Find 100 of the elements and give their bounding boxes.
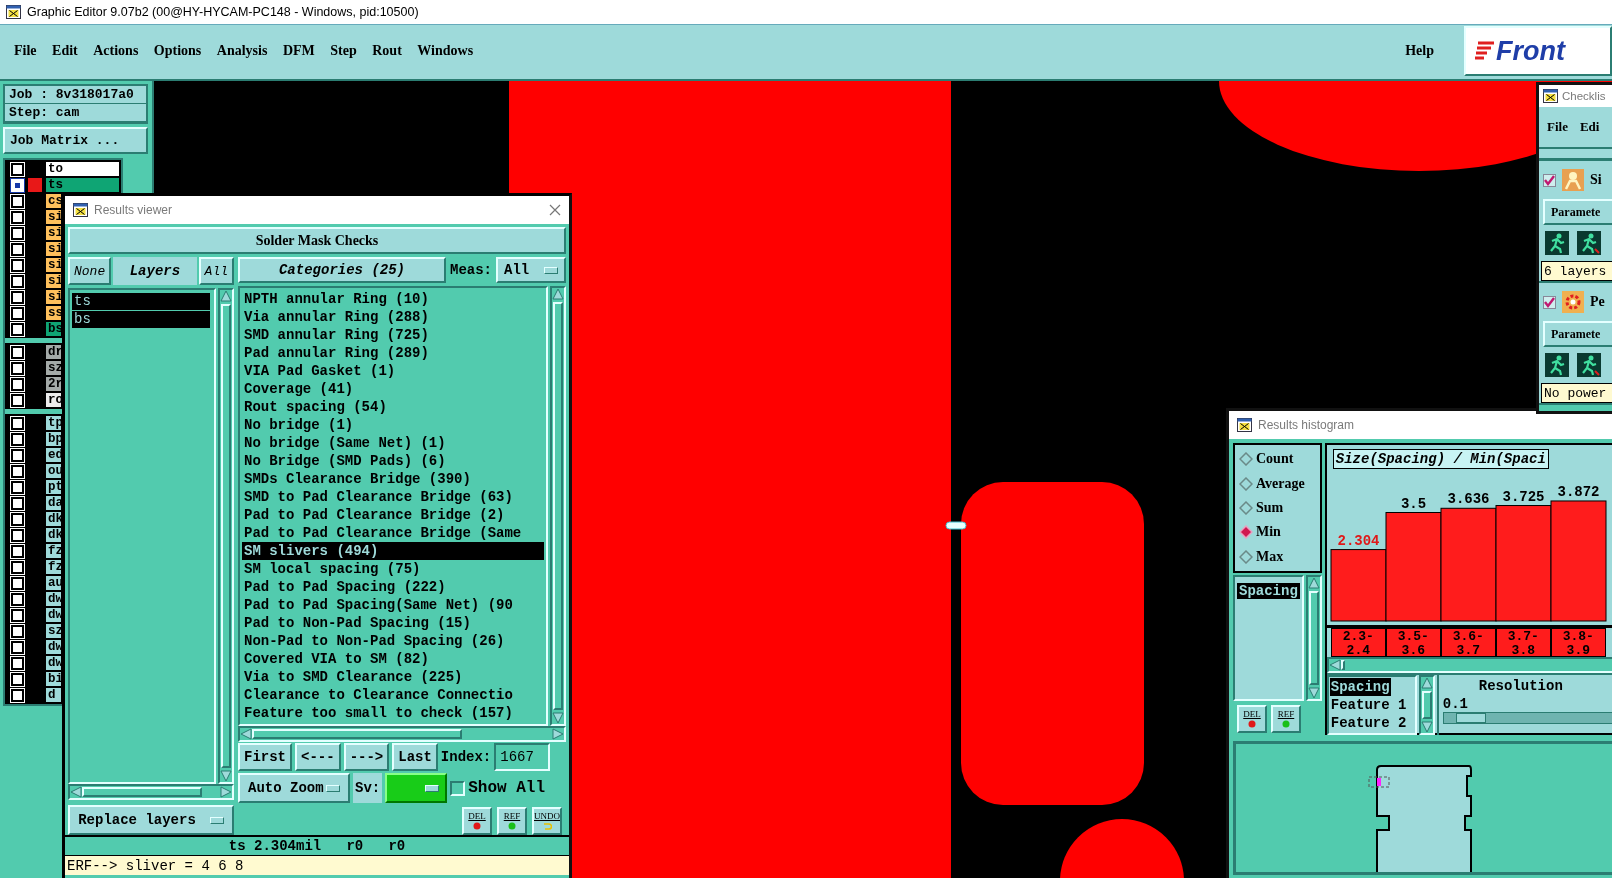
category-item[interactable]: Pad to Pad Clearance Bridge (2): [242, 506, 544, 525]
layer-checkbox[interactable]: [11, 226, 24, 240]
aggregate-radio[interactable]: Count: [1239, 451, 1316, 468]
layer-name[interactable]: to: [46, 162, 119, 176]
aggregate-radio[interactable]: Min: [1239, 524, 1316, 541]
resolution-slider[interactable]: [1442, 712, 1612, 724]
scroll-right-arrow-icon[interactable]: [220, 786, 232, 798]
layer-name[interactable]: d: [46, 688, 61, 702]
menu-item[interactable]: Edi: [1579, 119, 1600, 135]
zoom-mode-dropdown[interactable]: Auto Zoom: [238, 773, 350, 803]
aggregate-radio[interactable]: Sum: [1239, 499, 1316, 516]
layer-name[interactable]: si: [46, 226, 61, 240]
runner-icon[interactable]: [1543, 229, 1571, 257]
index-field[interactable]: 1667: [494, 743, 551, 771]
tool-button[interactable]: UNDO: [532, 807, 562, 835]
close-icon[interactable]: [549, 204, 561, 216]
menu-item[interactable]: Edit: [52, 41, 78, 61]
vertical-scrollbar[interactable]: [1418, 675, 1435, 735]
menu-item[interactable]: Rout: [372, 41, 402, 61]
menu-item[interactable]: Options: [153, 41, 202, 61]
layer-name[interactable]: si: [46, 210, 61, 224]
layer-checkbox[interactable]: [11, 688, 24, 702]
category-item[interactable]: Pad annular Ring (289): [242, 344, 544, 363]
layer-checkbox[interactable]: [11, 210, 24, 224]
category-item[interactable]: SMD to Pad Clearance Bridge (63): [242, 488, 544, 507]
select-none-button[interactable]: None: [68, 257, 112, 285]
category-item[interactable]: Coverage (41): [242, 380, 544, 399]
menu-item[interactable]: Windows: [417, 41, 474, 61]
layer-name[interactable]: si: [46, 258, 61, 272]
menu-item[interactable]: Analysis: [216, 41, 268, 61]
layer-checkbox[interactable]: [11, 640, 24, 654]
layer-list-item[interactable]: bs: [72, 311, 210, 328]
layer-checkbox[interactable]: [11, 432, 24, 446]
layer-name[interactable]: pt: [46, 480, 61, 494]
meas-dropdown[interactable]: All: [496, 257, 566, 284]
menu-item[interactable]: Step: [330, 41, 357, 61]
category-item[interactable]: SM slivers (494): [242, 542, 544, 561]
category-item[interactable]: Pad to Pad Spacing(Same Net) (90: [242, 596, 544, 615]
layer-checkbox[interactable]: [11, 656, 24, 670]
layer-checkbox[interactable]: [11, 306, 24, 320]
scroll-down-arrow-icon[interactable]: [552, 712, 564, 725]
layer-checkbox[interactable]: [11, 393, 24, 407]
scroll-down-arrow-icon[interactable]: [220, 770, 232, 782]
vertical-scrollbar[interactable]: [550, 286, 566, 727]
field-item[interactable]: Spacing: [1329, 678, 1391, 696]
category-item[interactable]: Non-Pad to Non-Pad Spacing (26): [242, 632, 544, 651]
category-item[interactable]: No bridge (Same Net) (1): [242, 434, 544, 453]
category-item[interactable]: SMD annular Ring (725): [242, 326, 544, 345]
scroll-down-arrow-icon[interactable]: [1307, 687, 1320, 699]
layer-name[interactable]: ts: [46, 178, 119, 192]
menu-item[interactable]: File: [14, 41, 37, 61]
layer-checkbox[interactable]: [11, 194, 24, 208]
layer-checkbox[interactable]: [11, 512, 24, 526]
category-item[interactable]: Pad to Pad Clearance Bridge (Same: [242, 524, 544, 543]
layer-name[interactable]: si: [46, 290, 61, 304]
menu-item[interactable]: Actions: [93, 41, 139, 61]
layer-checkbox[interactable]: [11, 361, 24, 375]
category-item[interactable]: No Bridge (SMD Pads) (6): [242, 452, 544, 471]
layer-checkbox[interactable]: [11, 162, 24, 176]
horizontal-scrollbar[interactable]: [238, 726, 566, 743]
vertical-scrollbar[interactable]: [218, 288, 234, 784]
tool-button[interactable]: DEL: [1237, 705, 1267, 733]
category-item[interactable]: SM local spacing (75): [242, 560, 544, 579]
scroll-up-arrow-icon[interactable]: [1307, 577, 1320, 589]
layer-name[interactable]: 2r: [46, 377, 61, 391]
category-item[interactable]: Pad to Pad Spacing (222): [242, 578, 544, 597]
category-item[interactable]: Pad to Non-Pad Spacing (15): [242, 614, 544, 633]
layer-checkbox[interactable]: [11, 464, 24, 478]
nav-button[interactable]: Last: [392, 743, 438, 771]
category-item[interactable]: NPTH annular Ring (10): [242, 290, 544, 309]
help-menu[interactable]: Help: [1405, 41, 1434, 61]
category-item[interactable]: Via annular Ring (288): [242, 308, 544, 327]
nav-button[interactable]: First: [238, 743, 292, 771]
layer-checkbox[interactable]: [11, 242, 24, 256]
layer-checkbox[interactable]: [11, 377, 24, 391]
layer-list-item[interactable]: ts: [72, 293, 210, 310]
category-item[interactable]: Covered VIA to SM (82): [242, 650, 544, 669]
select-all-button[interactable]: All: [198, 257, 234, 285]
layer-name[interactable]: si: [46, 274, 61, 288]
scroll-up-arrow-icon[interactable]: [1420, 677, 1433, 689]
sv-color-dropdown[interactable]: [385, 773, 448, 803]
category-item[interactable]: No bridge (1): [242, 416, 544, 435]
scroll-up-arrow-icon[interactable]: [552, 288, 564, 301]
layer-checkbox[interactable]: [11, 448, 24, 462]
layer-checkbox[interactable]: [11, 608, 24, 622]
layer-checkbox[interactable]: [11, 345, 24, 359]
horizontal-scrollbar[interactable]: [68, 784, 234, 800]
scroll-left-arrow-icon[interactable]: [1328, 659, 1341, 671]
aggregate-radio[interactable]: Average: [1239, 475, 1316, 492]
layer-name[interactable]: bi: [46, 672, 61, 686]
parameters-button[interactable]: Paramete: [1543, 199, 1612, 225]
show-all-checkbox[interactable]: [450, 780, 466, 796]
layer-mode-dropdown[interactable]: Replace layers: [68, 805, 234, 835]
category-item[interactable]: SMDs Clearance Bridge (390): [242, 470, 544, 489]
scroll-left-arrow-icon[interactable]: [70, 786, 82, 798]
layer-checkbox[interactable]: [11, 416, 24, 430]
layer-checkbox[interactable]: [11, 258, 24, 272]
categories-button[interactable]: Categories (25): [238, 257, 446, 284]
layer-checkbox[interactable]: [11, 274, 24, 288]
layer-checkbox[interactable]: [11, 528, 24, 542]
